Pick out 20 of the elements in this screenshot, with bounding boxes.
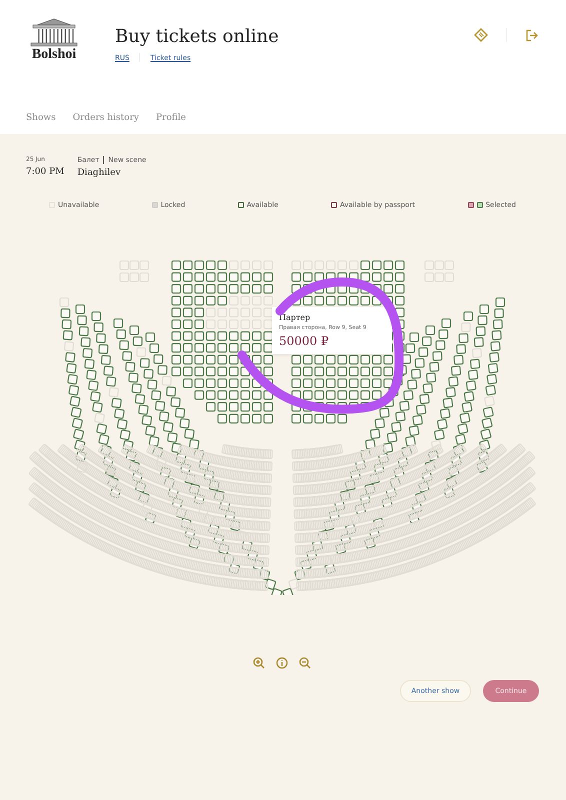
nav-tab[interactable]: Orders history (72, 113, 139, 134)
theatre-logo-icon (29, 17, 79, 47)
legend-swatch (152, 202, 158, 208)
event-time: 7:00 PM (26, 167, 64, 177)
nav-tab[interactable]: Shows (26, 113, 56, 134)
ticket-icon[interactable] (474, 28, 488, 42)
tooltip-section: Партер (279, 313, 385, 322)
page-title: Buy tickets online (115, 26, 279, 47)
logout-icon[interactable] (525, 28, 538, 42)
legend-swatch (238, 202, 244, 208)
nav-tab[interactable]: Profile (156, 113, 186, 134)
legend-swatch (330, 202, 337, 208)
zoom-out-icon[interactable] (298, 657, 310, 669)
info-icon[interactable] (276, 657, 288, 669)
legend-swatch (468, 202, 474, 208)
zoom-in-icon[interactable] (252, 657, 264, 669)
legend-swatch (476, 202, 483, 208)
tooltip-price: 50000 ₽ (279, 334, 330, 348)
event-name: Diaghilev (77, 168, 122, 178)
logo-text: Bolshoi (32, 47, 76, 63)
